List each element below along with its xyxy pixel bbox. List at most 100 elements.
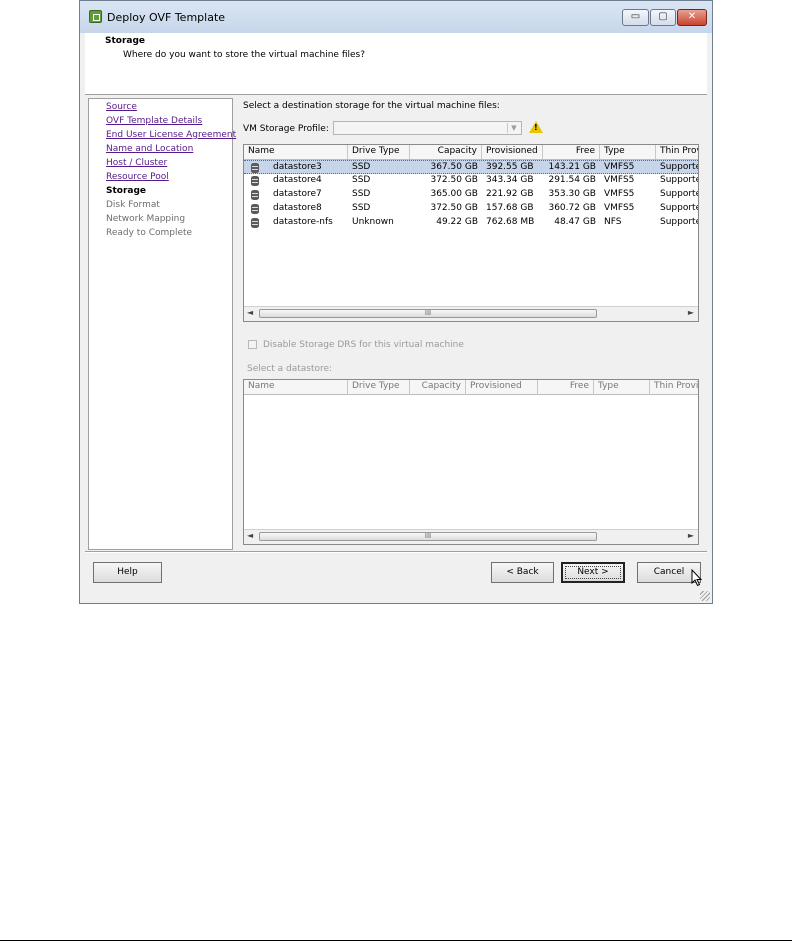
table-row[interactable]: datastore4 SSD 372.50 GB 343.34 GB 291.5…: [244, 174, 699, 188]
cell-capacity: 365.00 GB: [430, 189, 478, 199]
cell-drive-type: SSD: [352, 203, 371, 213]
datastore-icon: [251, 218, 259, 228]
step-ready-to-complete: Ready to Complete: [106, 228, 193, 238]
cell-thin-provisioning: Supporte: [660, 175, 699, 185]
column-header-drive-type[interactable]: Drive Type: [348, 145, 410, 159]
cell-provisioned: 343.34 GB: [486, 175, 534, 185]
wizard-steps: Source OVF Template Details End User Lic…: [88, 98, 236, 550]
maximize-button[interactable]: ▢: [650, 9, 676, 26]
scrollbar-thumb[interactable]: III: [259, 532, 597, 541]
cell-free: 353.30 GB: [548, 189, 596, 199]
wizard-header: Storage Where do you want to store the v…: [85, 33, 707, 95]
column-header-free[interactable]: Free: [543, 145, 600, 159]
cell-provisioned: 221.92 GB: [486, 189, 534, 199]
cell-capacity: 372.50 GB: [430, 203, 478, 213]
back-button[interactable]: < Back: [491, 562, 554, 583]
table-row[interactable]: datastore-nfs Unknown 49.22 GB 762.68 MB…: [244, 216, 698, 230]
cell-drive-type: SSD: [352, 189, 371, 199]
datastore-icon: [251, 163, 259, 173]
column-header-provisioned[interactable]: Provisioned: [466, 380, 538, 394]
cell-type: VMFS5: [604, 175, 635, 185]
column-header-capacity[interactable]: Capacity: [410, 145, 482, 159]
cell-free: 143.21 GB: [548, 162, 596, 172]
step-source[interactable]: Source: [106, 102, 137, 112]
step-storage: Storage: [106, 186, 147, 196]
cell-name: datastore3: [273, 162, 322, 172]
resize-grip-icon[interactable]: [700, 591, 710, 601]
step-host-cluster[interactable]: Host / Cluster: [106, 158, 167, 168]
step-disk-format: Disk Format: [106, 200, 160, 210]
cell-drive-type: Unknown: [352, 217, 394, 227]
cell-drive-type: SSD: [352, 175, 371, 185]
warning-icon: !: [529, 121, 543, 133]
scrollbar-thumb[interactable]: III: [259, 309, 597, 318]
step-eula[interactable]: End User License Agreement: [106, 130, 236, 140]
horizontal-scrollbar[interactable]: ◄ III ►: [244, 529, 698, 544]
close-button[interactable]: ✕: [677, 9, 707, 26]
column-header-provisioned[interactable]: Provisioned: [482, 145, 543, 159]
vm-storage-profile-select[interactable]: ▼: [333, 121, 522, 135]
help-button[interactable]: Help: [93, 562, 162, 583]
cell-name: datastore8: [273, 203, 322, 213]
scroll-right-icon[interactable]: ►: [688, 531, 694, 540]
cell-free: 291.54 GB: [548, 175, 596, 185]
cell-thin-provisioning: Supporte: [660, 162, 699, 172]
vm-storage-profile-label: VM Storage Profile:: [243, 124, 329, 134]
table-row[interactable]: datastore3 SSD 367.50 GB 392.55 GB 143.2…: [244, 160, 699, 174]
page-bottom-rule: [0, 940, 792, 941]
cell-capacity: 367.50 GB: [430, 162, 478, 172]
datastore-table: Name Drive Type Capacity Provisioned Fre…: [243, 144, 699, 322]
column-header-free[interactable]: Free: [538, 380, 594, 394]
column-header-type[interactable]: Type: [594, 380, 650, 394]
cell-type: VMFS5: [604, 189, 635, 199]
cell-name: datastore7: [273, 189, 322, 199]
deploy-ovf-window: Deploy OVF Template ▭ ▢ ✕ Storage Where …: [79, 0, 713, 604]
datastore-icon: [251, 176, 259, 186]
horizontal-scrollbar[interactable]: ◄ III ►: [244, 306, 698, 321]
table-row[interactable]: datastore7 SSD 365.00 GB 221.92 GB 353.3…: [244, 188, 699, 202]
cell-type: NFS: [604, 217, 622, 227]
select-datastore-label: Select a datastore:: [247, 364, 333, 374]
step-resource-pool[interactable]: Resource Pool: [106, 172, 169, 182]
cell-provisioned: 157.68 GB: [486, 203, 534, 213]
maximize-icon: ▢: [658, 11, 668, 22]
column-header-thin-provisioning[interactable]: Thin Provi: [650, 380, 698, 394]
cell-free: 48.47 GB: [554, 217, 596, 227]
next-button[interactable]: Next >: [561, 562, 625, 583]
cell-drive-type: SSD: [352, 162, 371, 172]
chevron-down-icon[interactable]: ▼: [507, 123, 520, 133]
table-header: Name Drive Type Capacity Provisioned Fre…: [244, 380, 698, 395]
cell-name: datastore-nfs: [273, 217, 333, 227]
table-header: Name Drive Type Capacity Provisioned Fre…: [244, 145, 698, 160]
disable-drs-label: Disable Storage DRS for this virtual mac…: [263, 340, 464, 350]
datastore-cluster-table: Name Drive Type Capacity Provisioned Fre…: [243, 379, 699, 545]
cell-type: VMFS5: [604, 203, 635, 213]
cell-thin-provisioning: Supporte: [660, 189, 699, 199]
page-subtitle: Where do you want to store the virtual m…: [123, 50, 365, 60]
cell-provisioned: 762.68 MB: [486, 217, 535, 227]
column-header-thin-provisioning[interactable]: Thin Prov: [656, 145, 698, 159]
cell-free: 360.72 GB: [548, 203, 596, 213]
table-row[interactable]: datastore8 SSD 372.50 GB 157.68 GB 360.7…: [244, 202, 698, 216]
minimize-icon: ▭: [630, 11, 641, 22]
cell-capacity: 49.22 GB: [436, 217, 478, 227]
column-header-name[interactable]: Name: [244, 145, 348, 159]
scroll-right-icon[interactable]: ►: [688, 308, 694, 317]
scroll-left-icon[interactable]: ◄: [247, 531, 253, 540]
step-network-mapping: Network Mapping: [106, 214, 186, 224]
storage-prompt: Select a destination storage for the vir…: [243, 101, 500, 111]
column-header-name[interactable]: Name: [244, 380, 348, 394]
step-ovf-template-details[interactable]: OVF Template Details: [106, 116, 202, 126]
column-header-capacity[interactable]: Capacity: [410, 380, 466, 394]
column-header-drive-type[interactable]: Drive Type: [348, 380, 410, 394]
title-bar[interactable]: Deploy OVF Template ▭ ▢ ✕: [80, 1, 712, 33]
disable-drs-checkbox[interactable]: [248, 340, 257, 349]
minimize-button[interactable]: ▭: [622, 9, 649, 26]
cell-name: datastore4: [273, 175, 322, 185]
cell-capacity: 372.50 GB: [430, 175, 478, 185]
footer-divider: [85, 551, 707, 553]
scroll-left-icon[interactable]: ◄: [247, 308, 253, 317]
mouse-pointer-icon: [691, 569, 703, 587]
column-header-type[interactable]: Type: [600, 145, 656, 159]
step-name-and-location[interactable]: Name and Location: [106, 144, 193, 154]
